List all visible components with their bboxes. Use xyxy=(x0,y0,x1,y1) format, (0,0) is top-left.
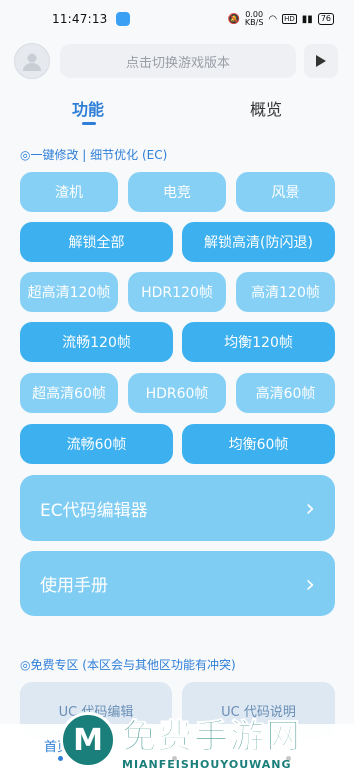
user-manual-label: 使用手册 xyxy=(40,576,108,596)
active-tab-indicator xyxy=(82,122,96,125)
uhd-60fps-button[interactable]: 超高清60帧 xyxy=(20,373,118,413)
hdr-120fps-button[interactable]: HDR120帧 xyxy=(128,272,226,312)
tab-overview[interactable]: 概览 xyxy=(250,96,282,120)
chevron-right-icon: › xyxy=(305,494,315,522)
hdr-60fps-button[interactable]: HDR60帧 xyxy=(128,373,226,413)
preset-esports-button[interactable]: 电竞 xyxy=(128,172,226,212)
watermark-main: 免费手游网 xyxy=(122,717,302,758)
user-icon xyxy=(23,53,41,71)
signal-icon: ▮▮ xyxy=(301,13,313,25)
tab-bar: 功能 概览 xyxy=(0,92,354,132)
section-title-free-zone: ◎免费专区 (本区会与其他区功能有冲突) xyxy=(20,658,236,672)
battery-indicator: 76 xyxy=(317,13,334,25)
watermark: M 免费手游网 MIANFEISHOUYOUWANG xyxy=(60,700,350,780)
smooth-120fps-button[interactable]: 流畅120帧 xyxy=(20,322,173,362)
mute-icon: 🔕 xyxy=(227,13,240,25)
chevron-right-icon: › xyxy=(305,569,315,598)
section-title-one-click: ◎一键修改 | 细节优化 (EC) xyxy=(20,148,168,162)
game-version-selector[interactable]: 点击切换游戏版本 xyxy=(60,44,296,78)
status-icons: 🔕 0.00 KB/S ◠ HD ▮▮ 76 xyxy=(227,11,334,27)
unlock-all-button[interactable]: 解锁全部 xyxy=(20,222,173,262)
ec-code-editor-label: EC代码编辑器 xyxy=(40,500,148,521)
balanced-60fps-button[interactable]: 均衡60帧 xyxy=(182,424,335,464)
watermark-logo-icon: M xyxy=(60,712,116,768)
user-manual-button[interactable]: 使用手册 › xyxy=(20,551,335,616)
watermark-text: 免费手游网 MIANFEISHOUYOUWANG xyxy=(122,709,302,772)
uhd-120fps-button[interactable]: 超高清120帧 xyxy=(20,272,118,312)
wifi-icon: ◠ xyxy=(268,13,278,25)
preset-scenery-button[interactable]: 风景 xyxy=(236,172,335,212)
play-button[interactable] xyxy=(304,44,338,78)
unlock-hd-button[interactable]: 解锁高清(防闪退) xyxy=(182,222,335,262)
preset-low-end-button[interactable]: 渣机 xyxy=(20,172,118,212)
avatar[interactable] xyxy=(14,43,50,79)
balanced-120fps-button[interactable]: 均衡120帧 xyxy=(182,322,335,362)
network-speed: 0.00 KB/S xyxy=(244,10,264,27)
hd-60fps-button[interactable]: 高清60帧 xyxy=(236,373,335,413)
app-notification-icon xyxy=(115,12,130,26)
status-bar: 11:47:13 🔕 0.00 KB/S ◠ HD ▮▮ 76 xyxy=(0,0,354,38)
status-time: 11:47:13 xyxy=(52,12,108,26)
tab-features[interactable]: 功能 xyxy=(72,96,104,120)
watermark-sub: MIANFEISHOUYOUWANG xyxy=(122,758,292,771)
hd-120fps-button[interactable]: 高清120帧 xyxy=(236,272,335,312)
top-bar: 点击切换游戏版本 xyxy=(14,42,340,80)
ec-code-editor-button[interactable]: EC代码编辑器 › xyxy=(20,475,335,541)
play-icon xyxy=(316,55,326,67)
smooth-60fps-button[interactable]: 流畅60帧 xyxy=(20,424,173,464)
hd-badge: HD xyxy=(282,14,297,24)
